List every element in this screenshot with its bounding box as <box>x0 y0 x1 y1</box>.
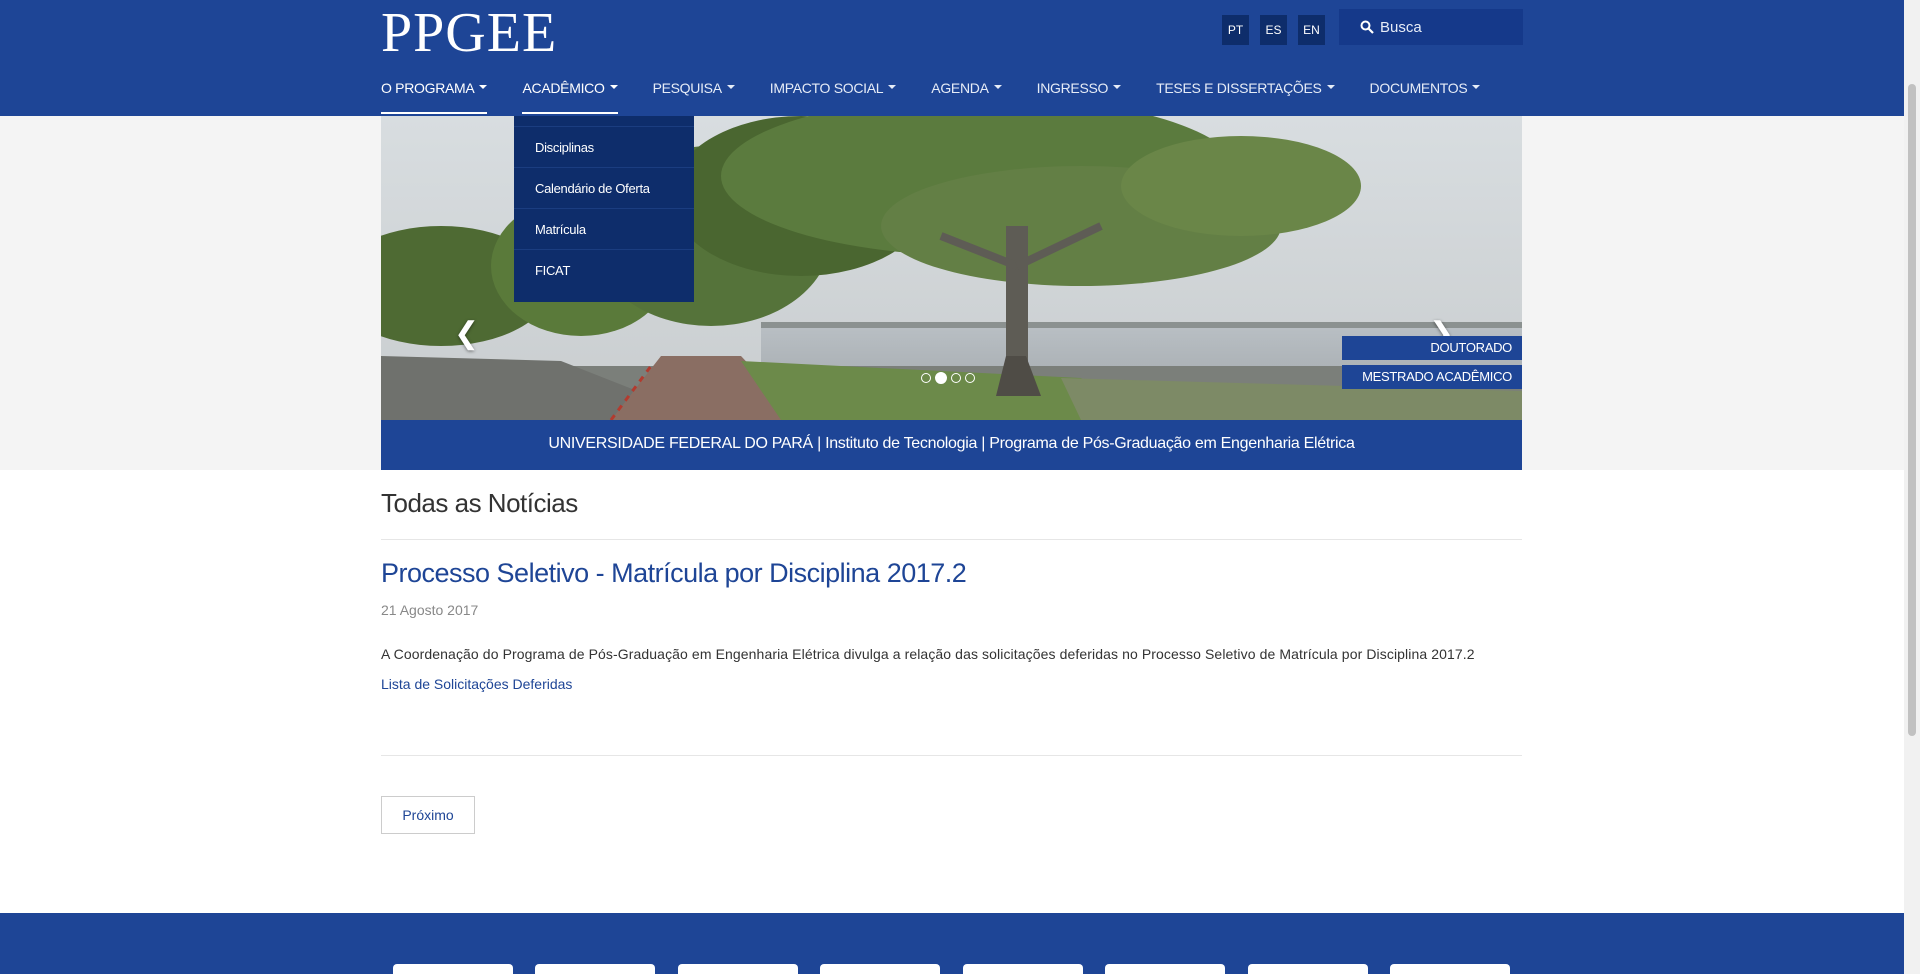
carousel-prev-icon[interactable]: ❮ <box>454 316 479 351</box>
nav-label: IMPACTO SOCIAL <box>769 80 884 96</box>
search-input[interactable] <box>1380 18 1520 36</box>
carousel-dot[interactable] <box>965 373 975 383</box>
menu-item-calendario-oferta[interactable]: Calendário de Oferta <box>514 167 694 208</box>
partner-logo[interactable] <box>820 964 940 974</box>
nav-label: O PROGRAMA <box>381 80 475 96</box>
caret-down-icon <box>479 85 488 90</box>
academico-dropdown-menu: Disciplinas Calendário de Oferta Matrícu… <box>514 116 694 302</box>
nav-item-documentos[interactable]: DOCUMENTOS <box>1370 72 1481 114</box>
next-page-button[interactable]: Próximo <box>381 796 475 834</box>
institution-banner: UNIVERSIDADE FEDERAL DO PARÁ | Instituto… <box>381 420 1522 470</box>
divider <box>381 755 1522 756</box>
page-title: Todas as Notícias <box>381 488 578 518</box>
mestrado-academico-link[interactable]: MESTRADO ACADÊMICO <box>1342 365 1522 389</box>
carousel-indicators <box>921 372 975 384</box>
menu-item-matricula[interactable]: Matrícula <box>514 208 694 249</box>
article-title-link[interactable]: Processo Seletivo - Matrícula por Discip… <box>381 558 967 589</box>
partner-logo[interactable] <box>678 964 798 974</box>
partner-logo[interactable] <box>1105 964 1225 974</box>
site-logo[interactable]: PPGEE <box>381 2 557 64</box>
carousel-dot[interactable] <box>951 373 961 383</box>
nav-item-ingresso[interactable]: INGRESSO <box>1037 72 1122 114</box>
caret-down-icon <box>1326 85 1335 90</box>
doutorado-link[interactable]: DOUTORADO <box>1342 336 1522 360</box>
page-scrollbar[interactable] <box>1904 0 1920 974</box>
nav-label: INGRESSO <box>1036 80 1109 96</box>
lang-en-button[interactable]: EN <box>1298 15 1325 45</box>
menu-item-ficat[interactable]: FICAT <box>514 249 694 290</box>
carousel-dot[interactable] <box>921 373 931 383</box>
menu-item-disciplinas[interactable]: Disciplinas <box>514 126 694 167</box>
partner-logo[interactable] <box>1390 964 1510 974</box>
nav-label: TESES E DISSERTAÇÕES <box>1156 80 1322 96</box>
search-icon[interactable] <box>1360 20 1374 34</box>
nav-label: ACADÊMICO <box>522 80 605 96</box>
caret-down-icon <box>1472 85 1481 90</box>
caret-down-icon <box>888 85 897 90</box>
lang-pt-button[interactable]: PT <box>1222 15 1249 45</box>
site-header: PPGEE PT ES EN O PROGRAMA ACADÊMICO PESQ… <box>0 0 1904 116</box>
partner-logo[interactable] <box>963 964 1083 974</box>
partner-logo[interactable] <box>393 964 513 974</box>
search-box <box>1339 9 1523 45</box>
nav-item-pesquisa[interactable]: PESQUISA <box>653 72 735 114</box>
nav-item-o-programa[interactable]: O PROGRAMA <box>381 72 488 114</box>
nav-item-teses[interactable]: TESES E DISSERTAÇÕES <box>1156 72 1335 114</box>
carousel-dot-active[interactable] <box>935 372 947 384</box>
nav-label: PESQUISA <box>652 80 722 96</box>
nav-item-agenda[interactable]: AGENDA <box>931 72 1002 114</box>
partner-logo[interactable] <box>535 964 655 974</box>
lista-solicitacoes-link[interactable]: Lista de Solicitações Deferidas <box>381 676 572 692</box>
article-date: 21 Agosto 2017 <box>381 602 479 618</box>
nav-label: DOCUMENTOS <box>1369 80 1468 96</box>
nav-item-academico[interactable]: ACADÊMICO <box>522 72 618 114</box>
caret-down-icon <box>993 85 1002 90</box>
nav-item-impacto-social[interactable]: IMPACTO SOCIAL <box>770 72 897 114</box>
caret-down-icon <box>726 85 735 90</box>
partner-logo[interactable] <box>1248 964 1368 974</box>
caret-down-icon <box>609 85 618 90</box>
footer <box>0 913 1904 974</box>
nav-label: AGENDA <box>931 80 989 96</box>
article-body: A Coordenação do Programa de Pós-Graduaç… <box>381 646 1475 662</box>
lang-es-button[interactable]: ES <box>1260 15 1287 45</box>
main-nav: O PROGRAMA ACADÊMICO PESQUISA IMPACTO SO… <box>381 72 1515 116</box>
scrollbar-thumb[interactable] <box>1908 84 1916 736</box>
divider <box>381 539 1522 540</box>
caret-down-icon <box>1113 85 1122 90</box>
